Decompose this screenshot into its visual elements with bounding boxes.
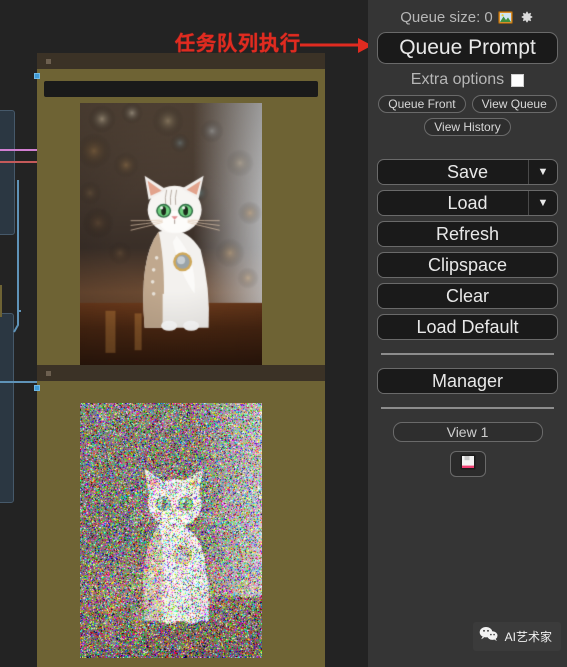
- clipspace-label: Clipspace: [428, 255, 507, 276]
- node-image-preview[interactable]: [80, 103, 262, 366]
- queue-actions-row-2: View History: [377, 118, 558, 136]
- save-label: Save: [447, 162, 488, 183]
- save-button[interactable]: Save ▼: [377, 159, 558, 185]
- gear-icon[interactable]: [519, 9, 535, 25]
- queue-actions-row-1: Queue Front View Queue: [377, 95, 558, 113]
- clear-label: Clear: [446, 286, 489, 307]
- annotation-arrow-icon: [300, 36, 372, 56]
- annotation-text: 任务队列执行: [175, 27, 301, 56]
- refresh-button[interactable]: Refresh: [377, 221, 558, 247]
- load-default-button[interactable]: Load Default: [377, 314, 558, 340]
- save-workflow-button[interactable]: [450, 451, 486, 477]
- queue-prompt-button[interactable]: Queue Prompt: [377, 32, 558, 64]
- load-default-label: Load Default: [416, 317, 518, 338]
- extra-options-checkbox[interactable]: [511, 74, 524, 87]
- app-root: 任务队列执行 Queue size: 0 Queue Prompt Extra …: [0, 0, 567, 667]
- right-sidebar: Queue size: 0 Queue Prompt Extra options…: [368, 0, 567, 667]
- load-button[interactable]: Load ▼: [377, 190, 558, 216]
- queue-size-row: Queue size: 0: [377, 6, 558, 28]
- watermark: AI艺术家: [473, 622, 561, 651]
- node-title-bar[interactable]: [37, 365, 325, 381]
- queue-prompt-label: Queue Prompt: [399, 36, 536, 60]
- node-input-port[interactable]: [34, 73, 40, 79]
- clipspace-button[interactable]: Clipspace: [377, 252, 558, 278]
- wechat-icon: [479, 626, 499, 647]
- load-label: Load: [447, 193, 487, 214]
- node-widget-bar[interactable]: [44, 81, 318, 97]
- spacer: [377, 141, 558, 159]
- collapse-dot-icon[interactable]: [46, 371, 51, 376]
- clear-button[interactable]: Clear: [377, 283, 558, 309]
- view-queue-label: View Queue: [482, 97, 547, 111]
- watermark-text: AI艺术家: [505, 628, 552, 645]
- view-history-button[interactable]: View History: [424, 118, 510, 136]
- image-icon[interactable]: [498, 9, 514, 25]
- refresh-label: Refresh: [436, 224, 499, 245]
- manager-button[interactable]: Manager: [377, 368, 558, 394]
- divider-lower: [381, 407, 554, 409]
- view-1-label: View 1: [447, 424, 489, 440]
- node-image-preview[interactable]: [80, 403, 262, 658]
- extra-options-label: Extra options: [411, 71, 504, 89]
- view-history-label: View History: [434, 120, 500, 134]
- node-latent-preview[interactable]: [37, 365, 325, 667]
- node-body: [37, 69, 325, 369]
- view-1-button[interactable]: View 1: [393, 422, 543, 442]
- node-input-port[interactable]: [34, 385, 40, 391]
- queue-front-button[interactable]: Queue Front: [378, 95, 465, 113]
- save-dropdown-caret-icon[interactable]: ▼: [528, 160, 557, 184]
- manager-label: Manager: [432, 371, 503, 392]
- queue-front-label: Queue Front: [388, 97, 455, 111]
- node-preview-image[interactable]: [37, 53, 325, 369]
- queue-size-label: Queue size: 0: [400, 9, 493, 26]
- node-body: [37, 381, 325, 667]
- graph-canvas[interactable]: 任务队列执行: [0, 0, 368, 667]
- extra-options-row[interactable]: Extra options: [377, 70, 558, 90]
- floppy-disk-icon: [460, 454, 476, 475]
- collapse-dot-icon[interactable]: [46, 59, 51, 64]
- view-queue-button[interactable]: View Queue: [472, 95, 557, 113]
- divider-upper: [381, 353, 554, 355]
- load-dropdown-caret-icon[interactable]: ▼: [528, 191, 557, 215]
